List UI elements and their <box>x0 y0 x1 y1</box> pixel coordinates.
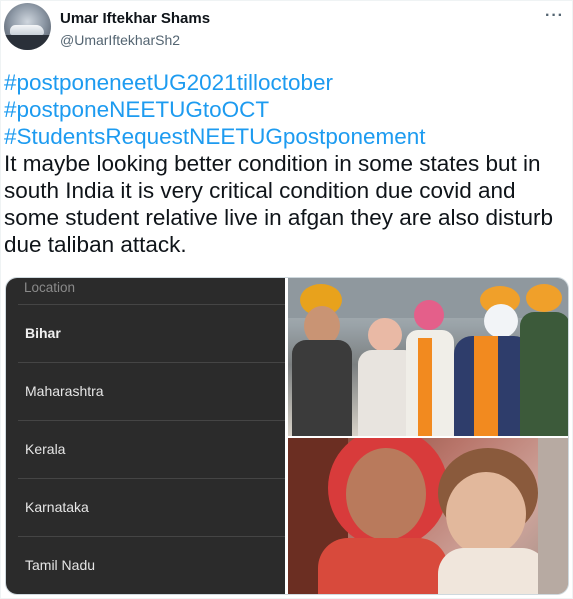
photo-scarf <box>474 336 498 436</box>
avatar-road <box>4 35 51 50</box>
hashtag-link[interactable]: #postponeNEETUGtoOCT <box>4 96 570 123</box>
location-item-label: Maharashtra <box>25 383 104 399</box>
location-item-label: Bihar <box>25 325 61 341</box>
location-header: Location <box>24 280 76 295</box>
photo-figure <box>438 548 548 594</box>
photo-background <box>538 438 568 594</box>
location-item: Karnataka <box>18 478 285 536</box>
photo-face <box>368 318 402 352</box>
photo-turban <box>414 300 444 330</box>
location-list-image[interactable]: Location Bihar Maharashtra Kerala Karnat… <box>6 278 285 594</box>
photo-mask-face <box>484 304 518 338</box>
group-photo[interactable] <box>288 278 568 436</box>
tweet-card: Umar Iftekhar Shams @UmarIftekharSh2 ···… <box>0 0 573 599</box>
media-grid: Location Bihar Maharashtra Kerala Karnat… <box>5 277 569 595</box>
photo-scarf <box>418 338 432 436</box>
hashtag-link[interactable]: #postponeneetUG2021tilloctober <box>4 69 570 96</box>
hashtag-link[interactable]: #StudentsRequestNEETUGpostponement <box>4 123 570 150</box>
location-item: Bihar <box>18 304 285 362</box>
photo-face <box>346 448 426 540</box>
user-avatar[interactable] <box>4 3 51 50</box>
tweet-body: It maybe looking better condition in som… <box>4 151 554 257</box>
tweet-text: #postponeneetUG2021tilloctober #postpone… <box>4 69 570 258</box>
photo-turban <box>526 284 562 312</box>
more-options-icon[interactable]: ··· <box>545 7 564 25</box>
location-item: Tamil Nadu <box>18 536 285 594</box>
photo-figure <box>292 340 352 436</box>
location-item: Kerala <box>18 420 285 478</box>
refugee-photo[interactable] <box>288 438 568 594</box>
photo-face <box>446 472 526 556</box>
location-item-label: Karnataka <box>25 499 89 515</box>
photo-figure <box>318 538 448 594</box>
user-handle[interactable]: @UmarIftekharSh2 <box>60 32 180 48</box>
location-item-label: Kerala <box>25 441 66 457</box>
avatar-car <box>10 25 44 35</box>
user-display-name[interactable]: Umar Iftekhar Shams <box>60 10 210 27</box>
location-item: Maharashtra <box>18 362 285 420</box>
location-item-label: Tamil Nadu <box>25 557 96 573</box>
photo-figure <box>520 312 568 436</box>
